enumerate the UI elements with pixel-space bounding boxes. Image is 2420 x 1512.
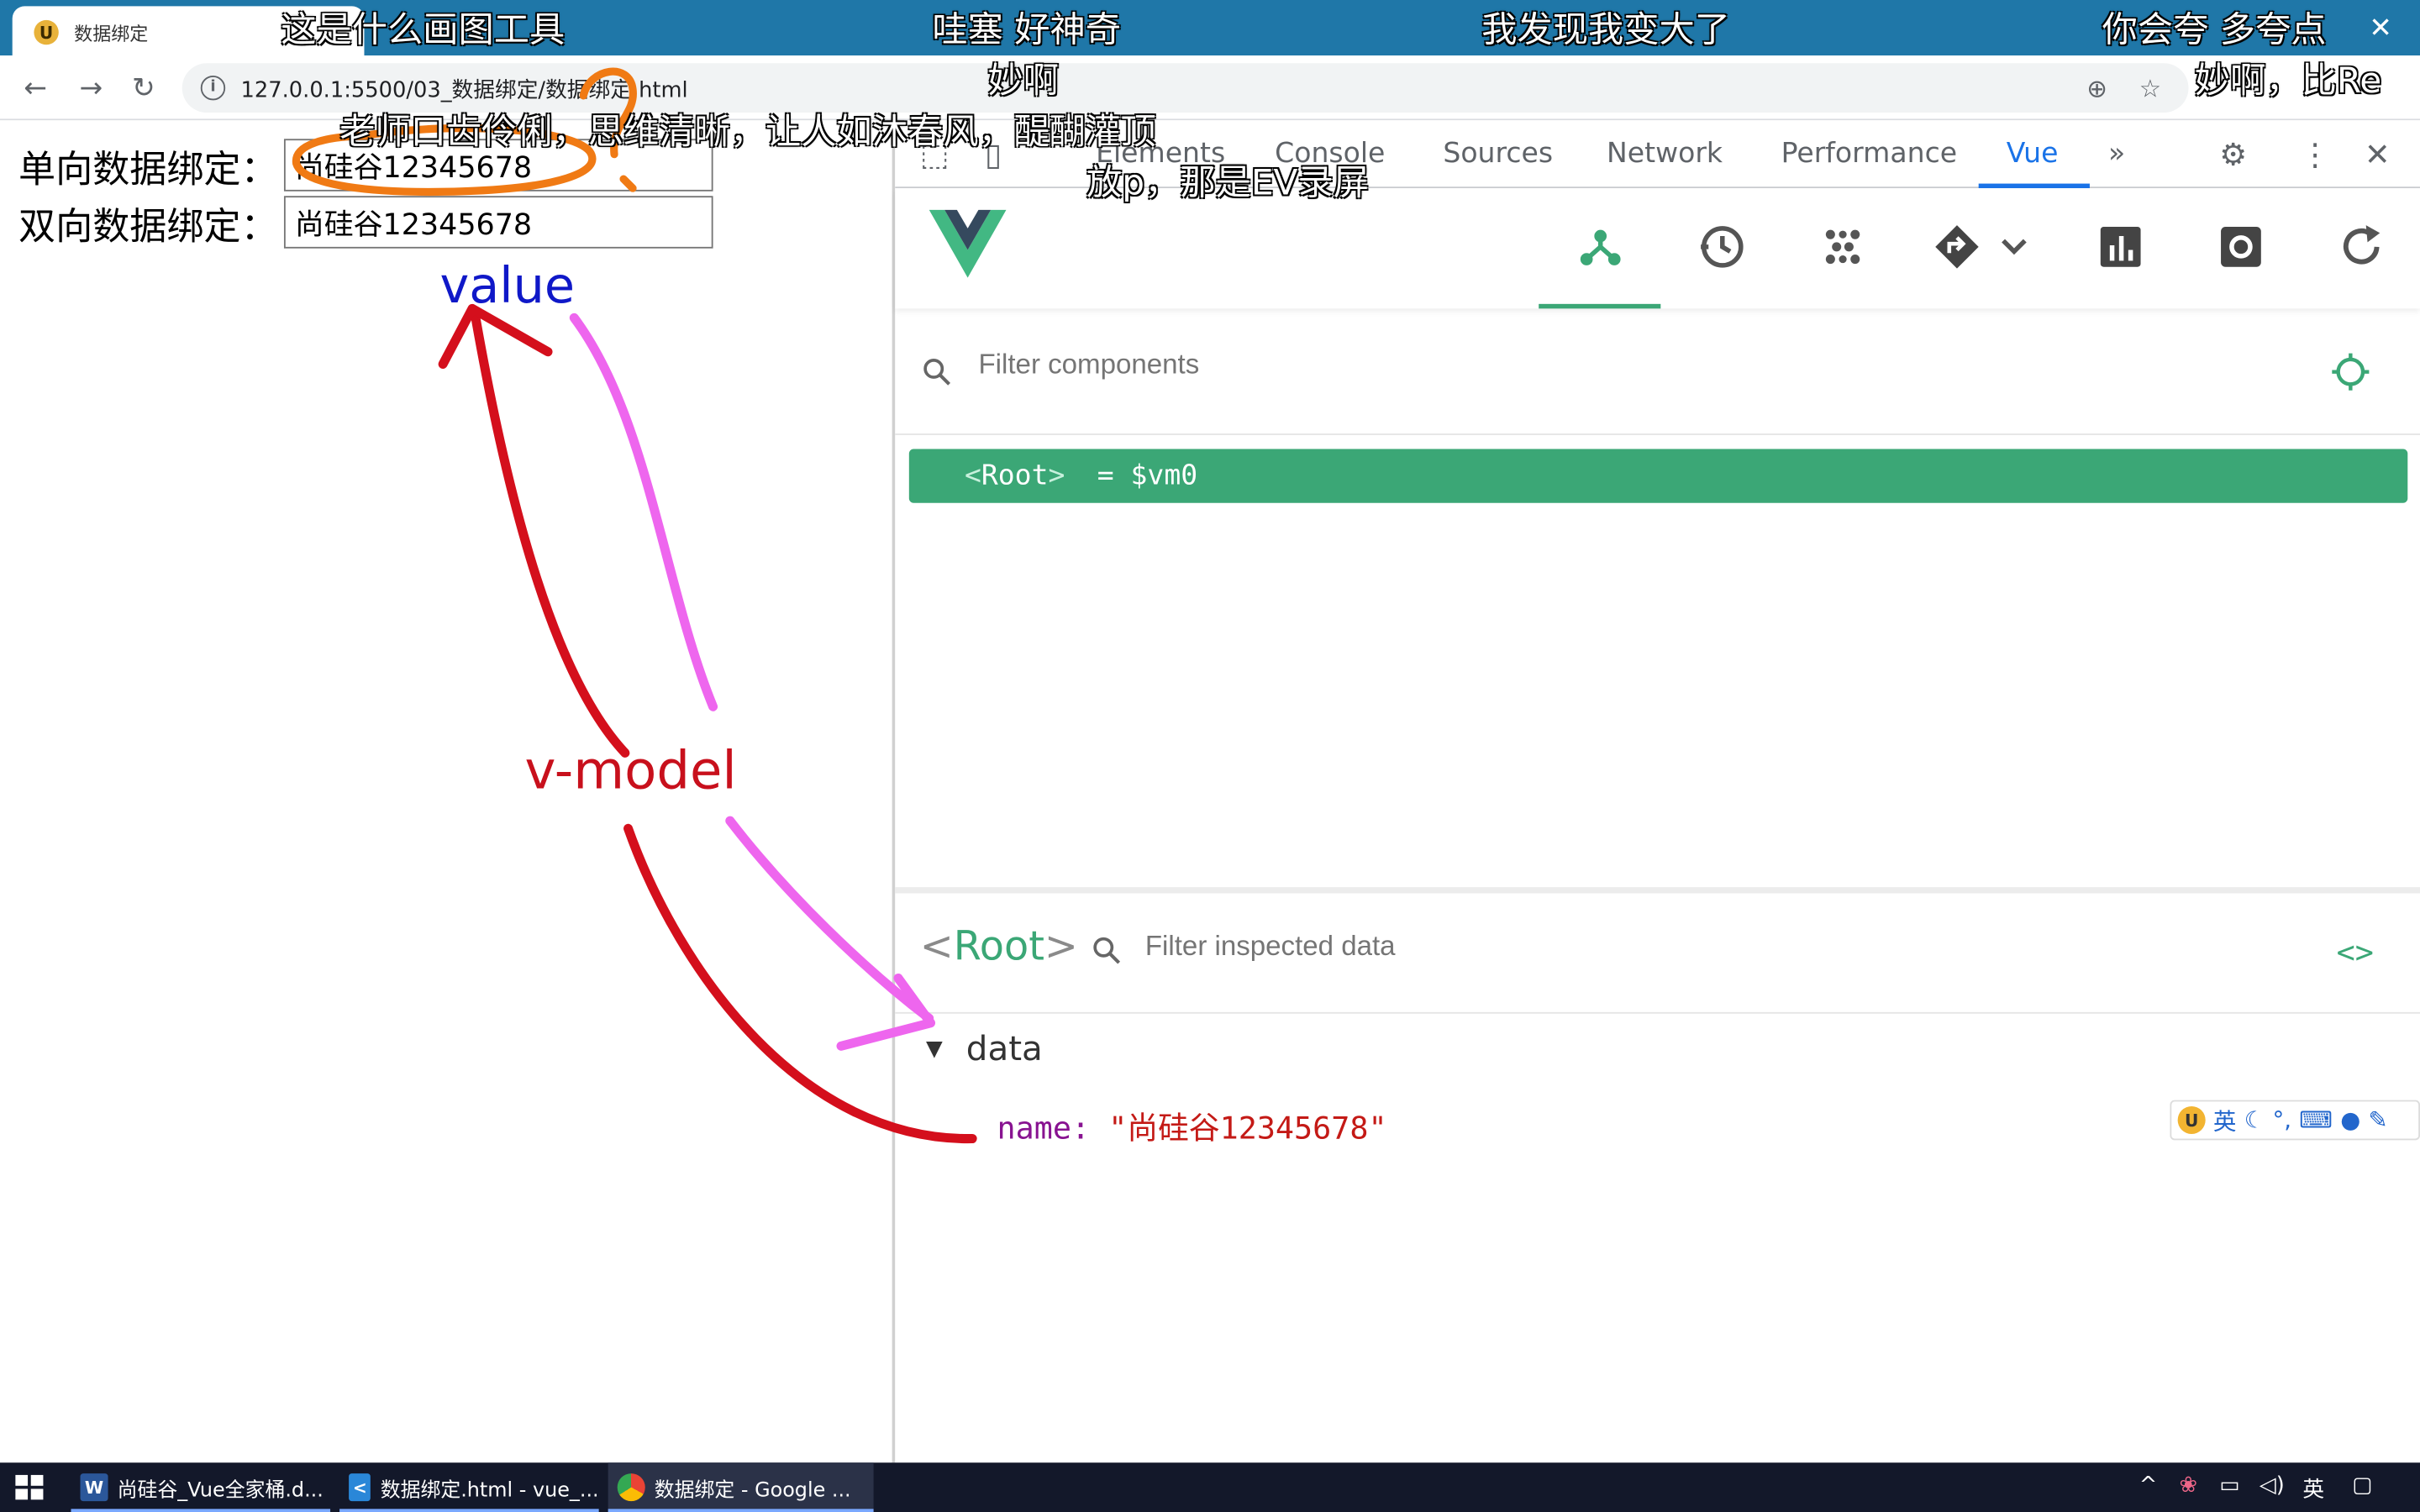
screen: U 数据绑定 ✕ ← → ↻ i 127.0.0.1:5500/03_数据绑定/…: [0, 0, 2420, 1512]
vmodel-annotation-label: v-model: [524, 740, 737, 803]
value-annotation-label: value: [439, 255, 576, 315]
danmaku-comment: 老师口齿伶俐，思维清晰，让人如沐春风，醍醐灌顶: [339, 113, 1156, 153]
danmaku-comment: 妙啊: [987, 61, 1060, 102]
danmaku-comment: 哇塞 好神奇: [932, 10, 1122, 51]
pink-line-annotation: [569, 312, 718, 711]
red-curve-annotation: [623, 823, 977, 1144]
danmaku-comment: 放p，那是EV录屏: [1086, 163, 1369, 204]
danmaku-comment: 我发现我变大了: [1481, 10, 1730, 51]
danmaku-comment: 这是什么画图工具: [281, 10, 566, 51]
danmaku-comment: 妙啊，比Re: [2194, 61, 2382, 102]
pink-arrow-annotation: [725, 816, 934, 1023]
red-arrow-up-annotation: [471, 312, 630, 758]
annotation-layer: [292, 67, 977, 1144]
danmaku-comment: 你会夸 多夸点: [2102, 10, 2327, 51]
